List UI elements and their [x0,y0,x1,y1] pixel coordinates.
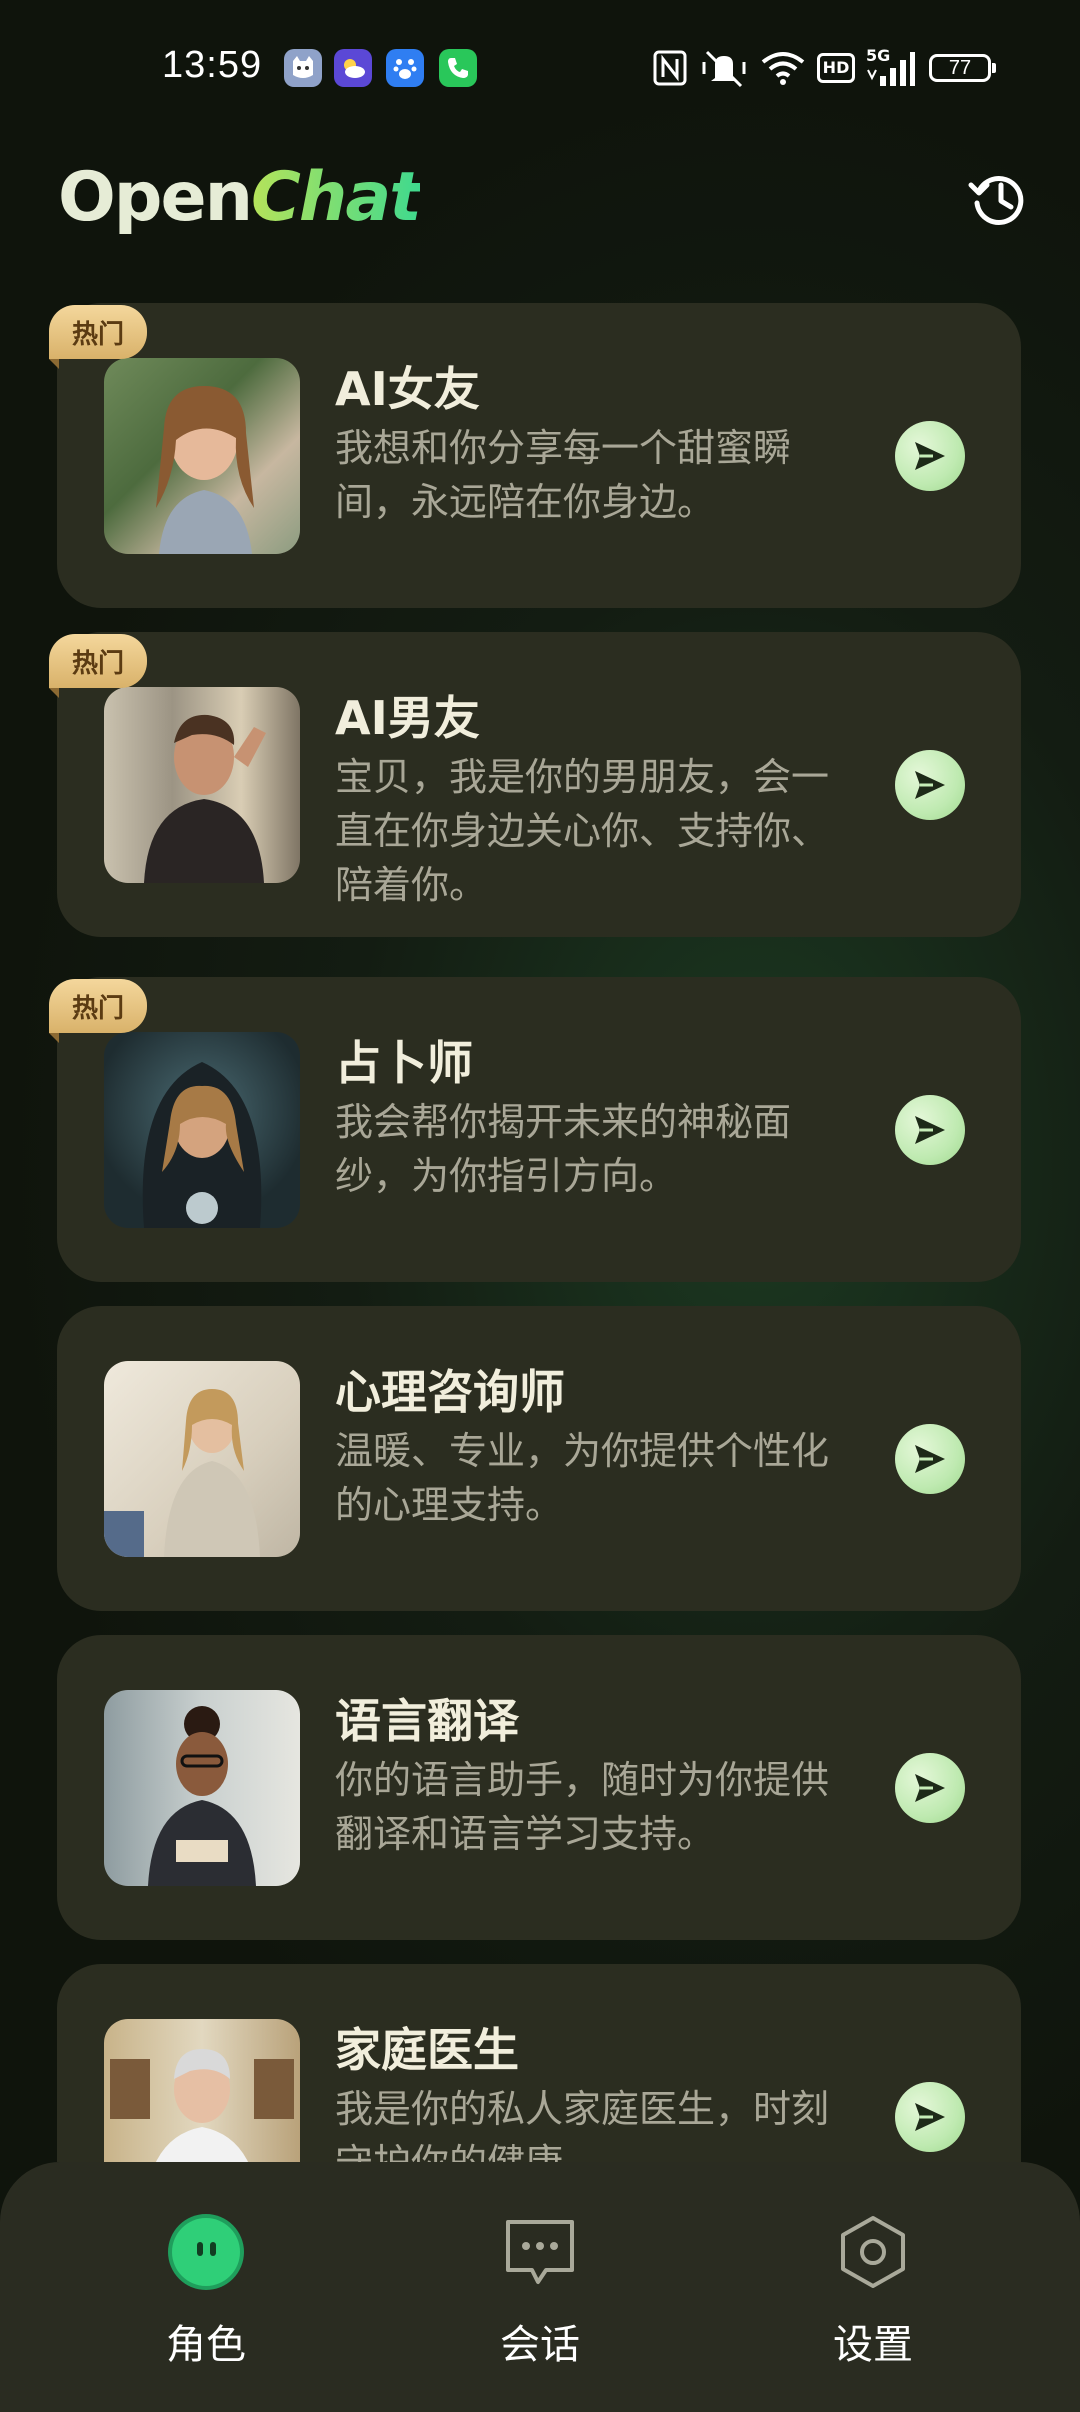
send-button[interactable] [895,421,965,491]
wifi-icon [760,46,806,90]
role-description: 温暖、专业，为你提供个性化的心理支持。 [335,1429,830,1527]
nav-tab-chats[interactable]: 会话 [440,2162,640,2412]
settings-hexagon-icon [833,2212,913,2292]
role-card-ai-boyfriend[interactable]: AI男友 宝贝，我是你的男朋友，会一直在你身边关心你、支持你、陪着你。 [57,632,1021,937]
history-button[interactable] [963,163,1035,235]
mute-vibrate-icon [700,46,748,90]
signal-icon: 5G [866,46,916,90]
hot-badge: 热门 [49,634,147,698]
phone-icon [439,49,477,87]
send-button[interactable] [895,2082,965,2152]
history-icon [968,176,1024,225]
chat-bubble-icon [500,2212,580,2292]
network-type: 5G [866,46,891,65]
role-list[interactable]: AI女友 我想和你分享每一个甜蜜瞬间，永远陪在你身边。 热门 AI男友 宝贝，我… [0,290,1080,2162]
nav-label: 会话 [500,2322,580,2368]
role-title: 语言翻译 [335,1694,519,1748]
role-title: AI女友 [335,362,480,416]
nav-label: 角色 [166,2322,246,2368]
status-time: 13:59 [162,44,263,86]
logo-open: Open [58,158,253,237]
nav-label: 设置 [833,2322,913,2368]
hot-badge: 热门 [49,979,147,1043]
weather-icon [334,49,372,87]
send-button[interactable] [895,1424,965,1494]
send-button[interactable] [895,1095,965,1165]
role-description: 我会帮你揭开未来的神秘面纱，为你指引方向。 [335,1100,792,1198]
logo-chat: Chat [251,158,422,237]
role-avatar [104,687,300,883]
role-description: 宝贝，我是你的男朋友，会一直在你身边关心你、支持你、陪着你。 [335,755,830,907]
battery-indicator: 77 [929,54,996,82]
send-button[interactable] [895,1753,965,1823]
nav-tab-settings[interactable]: 设置 [773,2162,973,2412]
role-title: AI男友 [335,691,480,745]
bottom-navigation: 角色 会话 设置 [0,2162,1080,2412]
status-bar: 13:59 HD 5G 77 [0,0,1080,140]
nfc-icon [652,46,688,90]
send-icon [915,771,945,799]
baidu-icon [386,49,424,87]
nav-tab-roles[interactable]: 角色 [106,2162,306,2412]
hot-badge: 热门 [49,305,147,369]
role-avatar [104,1032,300,1228]
role-card-ai-girlfriend[interactable]: AI女友 我想和你分享每一个甜蜜瞬间，永远陪在你身边。 [57,303,1021,608]
send-button[interactable] [895,750,965,820]
send-icon [915,2103,945,2131]
role-avatar [104,2019,300,2162]
role-description: 我想和你分享每一个甜蜜瞬间，永远陪在你身边。 [335,426,792,524]
role-card-translator[interactable]: 语言翻译 你的语言助手，随时为你提供翻译和语言学习支持。 [57,1635,1021,1940]
character-icon [166,2212,246,2292]
role-card-fortune-teller[interactable]: 占卜师 我会帮你揭开未来的神秘面纱，为你指引方向。 [57,977,1021,1282]
role-description: 我是你的私人家庭医生，时刻守护你的健康。 [335,2087,830,2162]
app-logo: OpenChat [58,158,422,237]
role-card-psychologist[interactable]: 心理咨询师 温暖、专业，为你提供个性化的心理支持。 [57,1306,1021,1611]
battery-level: 77 [948,56,972,79]
role-avatar [104,358,300,554]
role-description: 你的语言助手，随时为你提供翻译和语言学习支持。 [335,1758,830,1856]
cat-app-icon [284,49,322,87]
role-title: 占卜师 [335,1036,473,1090]
role-avatar [104,1361,300,1557]
send-icon [915,442,945,470]
send-icon [915,1116,945,1144]
role-title: 心理咨询师 [335,1365,565,1419]
hd-label: HD [816,53,856,83]
role-title: 家庭医生 [335,2023,519,2077]
hd-icon: HD [816,46,856,90]
role-avatar [104,1690,300,1886]
role-card-family-doctor[interactable]: 家庭医生 我是你的私人家庭医生，时刻守护你的健康。 [57,1964,1021,2162]
send-icon [915,1774,945,1802]
send-icon [915,1445,945,1473]
